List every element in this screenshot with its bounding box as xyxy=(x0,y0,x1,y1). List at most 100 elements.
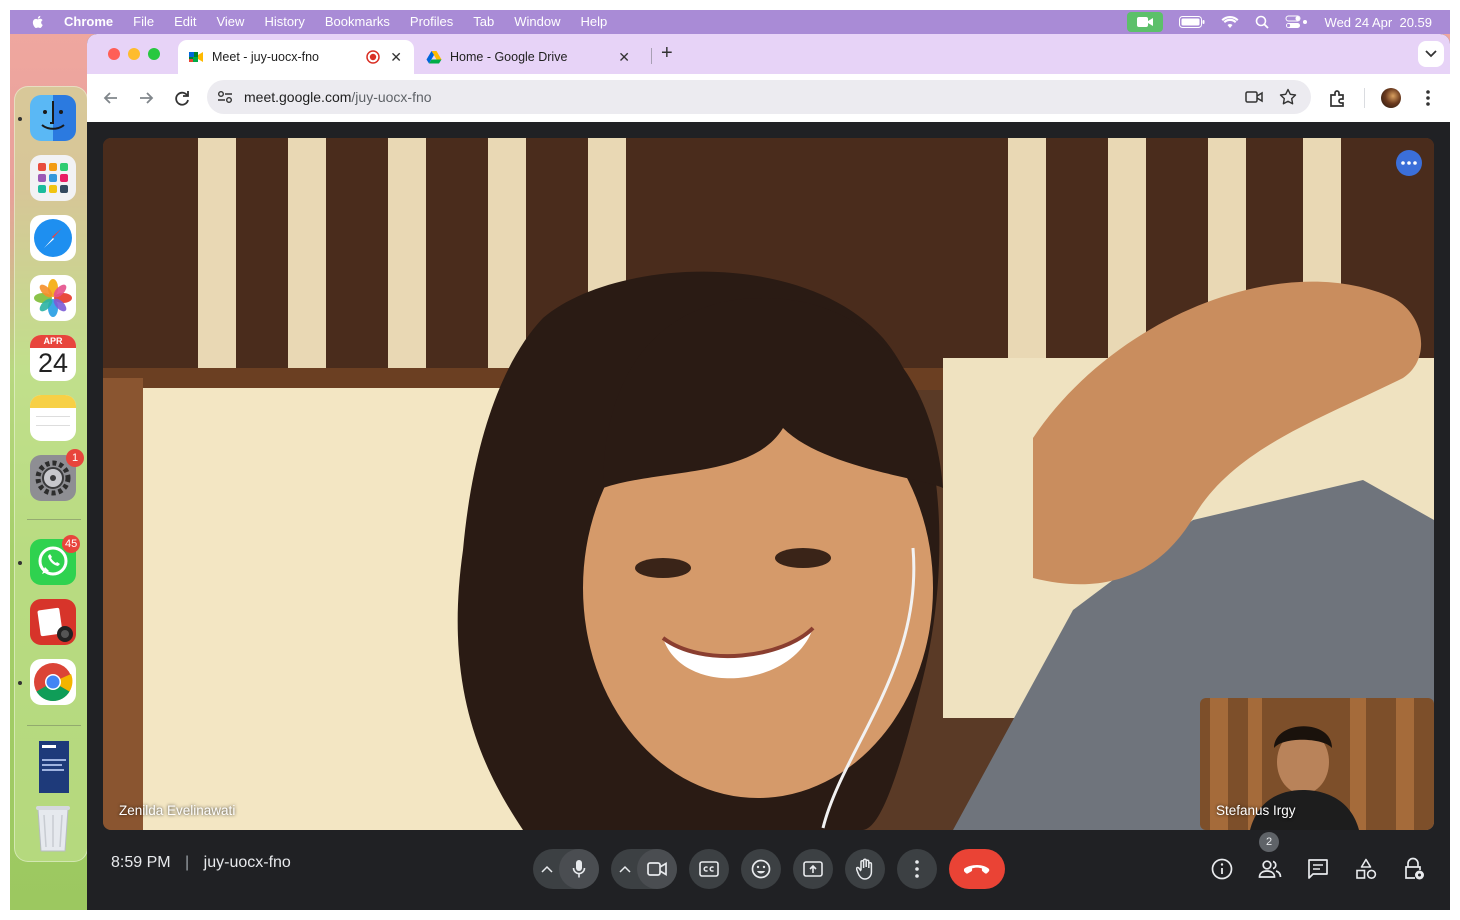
raise-hand-button[interactable] xyxy=(845,849,885,889)
url-host: meet.google.com xyxy=(244,89,352,105)
forward-icon[interactable] xyxy=(135,87,157,109)
menu-window[interactable]: Window xyxy=(514,10,560,34)
more-options-icon[interactable] xyxy=(1396,150,1422,176)
tab-meet[interactable]: Meet - juy-uocx-fno ✕ xyxy=(178,40,414,74)
battery-icon[interactable] xyxy=(1178,16,1205,28)
camera-icon xyxy=(647,862,667,876)
desktop: Chrome File Edit View History Bookmarks … xyxy=(10,10,1450,910)
main-video-tile[interactable]: Zenilda Evelinawati Stefanus Irgy xyxy=(103,138,1434,830)
camera-in-use-omnibox-icon[interactable] xyxy=(1245,90,1263,104)
control-center-icon[interactable] xyxy=(1285,15,1309,29)
menu-edit[interactable]: Edit xyxy=(174,10,196,34)
menu-view[interactable]: View xyxy=(216,10,244,34)
camera-in-use-icon[interactable] xyxy=(1126,12,1163,32)
close-tab-icon[interactable]: ✕ xyxy=(618,49,630,66)
settings-badge: 1 xyxy=(66,449,84,467)
site-settings-icon[interactable] xyxy=(217,90,233,104)
browser-window: Meet - juy-uocx-fno ✕ Home - Google Driv… xyxy=(87,34,1450,910)
present-screen-icon xyxy=(803,861,823,877)
new-tab-icon[interactable]: + xyxy=(661,42,673,65)
meeting-info: 8:59 PM | juy-uocx-fno xyxy=(111,854,291,872)
tab-divider xyxy=(651,48,652,64)
raise-hand-icon xyxy=(856,858,873,880)
tab-google-drive[interactable]: Home - Google Drive ✕ xyxy=(416,40,642,74)
menu-help[interactable]: Help xyxy=(581,10,608,34)
menu-file[interactable]: File xyxy=(133,10,154,34)
host-controls-button[interactable] xyxy=(1401,856,1427,882)
running-indicator xyxy=(18,681,22,685)
calendar-day: 24 xyxy=(37,348,69,378)
tab-title: Home - Google Drive xyxy=(450,50,568,64)
notes-icon[interactable] xyxy=(30,395,76,441)
microphone-button[interactable] xyxy=(559,849,599,889)
extensions-icon[interactable] xyxy=(1327,87,1349,109)
end-call-icon xyxy=(964,865,990,874)
chat-button[interactable] xyxy=(1305,856,1331,882)
apple-icon[interactable] xyxy=(30,14,46,30)
close-window-button[interactable] xyxy=(108,48,120,60)
finder-icon[interactable] xyxy=(30,95,76,141)
more-options-button[interactable] xyxy=(897,849,937,889)
tab-search-icon[interactable] xyxy=(1418,41,1444,67)
zoom-window-button[interactable] xyxy=(148,48,160,60)
menu-tab[interactable]: Tab xyxy=(473,10,494,34)
photos-icon[interactable] xyxy=(30,275,76,321)
google-drive-icon xyxy=(426,51,442,64)
menu-app-name[interactable]: Chrome xyxy=(64,10,113,34)
chrome-menu-icon[interactable] xyxy=(1417,87,1439,109)
activities-button[interactable] xyxy=(1353,856,1379,882)
present-screen-button[interactable] xyxy=(793,849,833,889)
more-vert-icon xyxy=(915,860,919,878)
running-indicator xyxy=(18,561,22,565)
safari-icon[interactable] xyxy=(30,215,76,261)
address-bar[interactable]: meet.google.com/juy-uocx-fno xyxy=(207,80,1311,114)
people-count-badge: 2 xyxy=(1259,832,1279,852)
dock-separator xyxy=(27,519,81,520)
people-icon xyxy=(1258,860,1282,878)
url-text[interactable]: meet.google.com/juy-uocx-fno xyxy=(244,89,432,105)
wifi-icon[interactable] xyxy=(1221,15,1239,29)
video-options-icon[interactable] xyxy=(619,865,631,873)
people-button[interactable]: 2 xyxy=(1257,832,1283,882)
launchpad-icon[interactable] xyxy=(30,155,76,201)
camera-control-group xyxy=(611,849,677,889)
dock-separator xyxy=(27,725,81,726)
menu-bookmarks[interactable]: Bookmarks xyxy=(325,10,390,34)
reactions-button[interactable] xyxy=(741,849,781,889)
calendar-icon[interactable]: APR 24 xyxy=(30,335,76,381)
meeting-details-button[interactable] xyxy=(1209,856,1235,882)
url-path: /juy-uocx-fno xyxy=(351,89,432,105)
close-tab-icon[interactable]: ✕ xyxy=(390,49,402,66)
camera-button[interactable] xyxy=(637,849,677,889)
chrome-icon[interactable] xyxy=(30,659,76,705)
recording-icon xyxy=(366,50,380,64)
bookmark-star-icon[interactable] xyxy=(1279,88,1297,106)
leave-call-button[interactable] xyxy=(949,849,1005,889)
whatsapp-badge: 45 xyxy=(62,535,81,553)
participant-name: Zenilda Evelinawati xyxy=(119,803,236,818)
document-stack-icon[interactable] xyxy=(30,739,76,793)
menu-datetime[interactable]: Wed 24 Apr 20.59 xyxy=(1325,15,1432,30)
captions-button[interactable] xyxy=(689,849,729,889)
meeting-code: juy-uocx-fno xyxy=(203,854,291,871)
photo-booth-icon[interactable] xyxy=(30,599,76,645)
profile-avatar[interactable] xyxy=(1381,88,1401,108)
audio-options-icon[interactable] xyxy=(541,865,553,873)
activities-icon xyxy=(1356,858,1377,879)
reload-icon[interactable] xyxy=(171,87,193,109)
google-meet-icon xyxy=(189,52,203,62)
menu-history[interactable]: History xyxy=(264,10,304,34)
trash-icon[interactable] xyxy=(30,801,76,852)
info-icon xyxy=(1211,858,1233,880)
meeting-controls-bar: 8:59 PM | juy-uocx-fno 2 xyxy=(87,830,1450,910)
chat-icon xyxy=(1308,859,1328,879)
google-meet-page: Zenilda Evelinawati Stefanus Irgy 8:59 P… xyxy=(87,122,1450,910)
minimize-window-button[interactable] xyxy=(128,48,140,60)
menu-profiles[interactable]: Profiles xyxy=(410,10,453,34)
spotlight-search-icon[interactable] xyxy=(1255,15,1269,29)
tab-title: Meet - juy-uocx-fno xyxy=(212,50,319,64)
self-view-tile[interactable]: Stefanus Irgy xyxy=(1200,698,1434,830)
emoji-icon xyxy=(751,859,771,879)
microphone-icon xyxy=(572,860,586,878)
back-icon[interactable] xyxy=(100,87,122,109)
